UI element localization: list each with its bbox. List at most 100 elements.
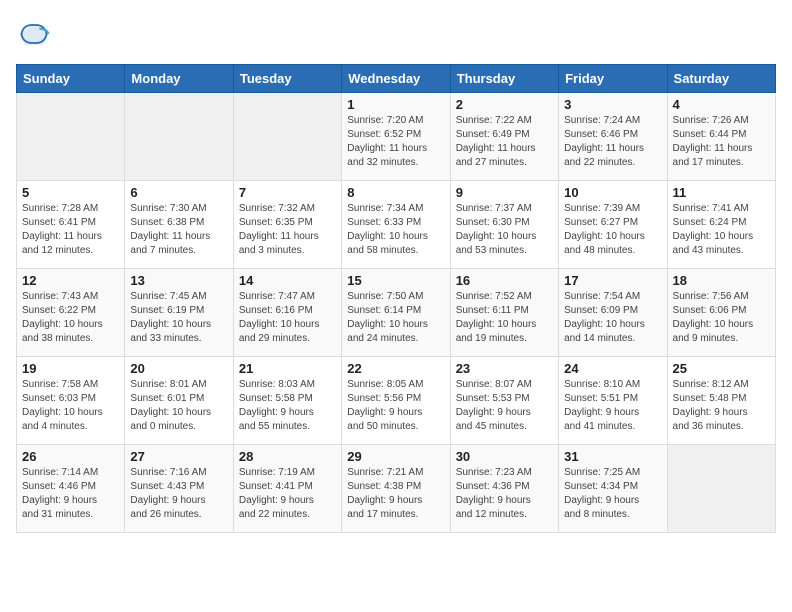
- header-thursday: Thursday: [450, 65, 558, 93]
- calendar-cell: 22 Sunrise: 8:05 AM Sunset: 5:56 PM Dayli…: [342, 357, 450, 445]
- calendar-cell: 15 Sunrise: 7:50 AM Sunset: 6:14 PM Dayli…: [342, 269, 450, 357]
- day-info: Sunrise: 8:10 AM Sunset: 5:51 PM Dayligh…: [564, 379, 640, 432]
- calendar-table: SundayMondayTuesdayWednesdayThursdayFrid…: [16, 64, 776, 533]
- calendar-cell: 4 Sunrise: 7:26 AM Sunset: 6:44 PM Daylig…: [667, 93, 775, 181]
- day-number: 25: [673, 361, 770, 376]
- day-number: 20: [130, 361, 227, 376]
- day-info: Sunrise: 7:22 AM Sunset: 6:49 PM Dayligh…: [456, 115, 536, 168]
- day-number: 23: [456, 361, 553, 376]
- day-info: Sunrise: 7:19 AM Sunset: 4:41 PM Dayligh…: [239, 467, 315, 520]
- day-number: 6: [130, 185, 227, 200]
- calendar-cell: 28 Sunrise: 7:19 AM Sunset: 4:41 PM Dayli…: [233, 445, 341, 533]
- day-info: Sunrise: 7:37 AM Sunset: 6:30 PM Dayligh…: [456, 203, 537, 256]
- logo: [16, 16, 56, 52]
- day-number: 7: [239, 185, 336, 200]
- day-info: Sunrise: 7:32 AM Sunset: 6:35 PM Dayligh…: [239, 203, 319, 256]
- day-number: 28: [239, 449, 336, 464]
- day-number: 21: [239, 361, 336, 376]
- week-row-3: 12 Sunrise: 7:43 AM Sunset: 6:22 PM Dayli…: [17, 269, 776, 357]
- day-info: Sunrise: 7:21 AM Sunset: 4:38 PM Dayligh…: [347, 467, 423, 520]
- day-number: 8: [347, 185, 444, 200]
- day-info: Sunrise: 7:52 AM Sunset: 6:11 PM Dayligh…: [456, 291, 537, 344]
- day-number: 11: [673, 185, 770, 200]
- day-info: Sunrise: 8:01 AM Sunset: 6:01 PM Dayligh…: [130, 379, 211, 432]
- day-info: Sunrise: 7:43 AM Sunset: 6:22 PM Dayligh…: [22, 291, 103, 344]
- header-tuesday: Tuesday: [233, 65, 341, 93]
- logo-icon: [16, 16, 52, 52]
- calendar-cell: 2 Sunrise: 7:22 AM Sunset: 6:49 PM Daylig…: [450, 93, 558, 181]
- header-friday: Friday: [559, 65, 667, 93]
- week-row-2: 5Sunrise: 7:28 AM Sunset: 6:41 PM Daylig…: [17, 181, 776, 269]
- calendar-cell: 16 Sunrise: 7:52 AM Sunset: 6:11 PM Dayli…: [450, 269, 558, 357]
- calendar-cell: 13 Sunrise: 7:45 AM Sunset: 6:19 PM Dayli…: [125, 269, 233, 357]
- calendar-cell: 26Sunrise: 7:14 AM Sunset: 4:46 PM Dayli…: [17, 445, 125, 533]
- calendar-cell: [667, 445, 775, 533]
- day-info: Sunrise: 7:23 AM Sunset: 4:36 PM Dayligh…: [456, 467, 532, 520]
- day-number: 27: [130, 449, 227, 464]
- calendar-cell: 23 Sunrise: 8:07 AM Sunset: 5:53 PM Dayli…: [450, 357, 558, 445]
- day-info: Sunrise: 7:54 AM Sunset: 6:09 PM Dayligh…: [564, 291, 645, 344]
- calendar-cell: 30 Sunrise: 7:23 AM Sunset: 4:36 PM Dayli…: [450, 445, 558, 533]
- calendar-cell: 27 Sunrise: 7:16 AM Sunset: 4:43 PM Dayli…: [125, 445, 233, 533]
- day-info: Sunrise: 7:14 AM Sunset: 4:46 PM Dayligh…: [22, 467, 98, 520]
- calendar-cell: 29 Sunrise: 7:21 AM Sunset: 4:38 PM Dayli…: [342, 445, 450, 533]
- day-number: 1: [347, 97, 444, 112]
- day-info: Sunrise: 7:47 AM Sunset: 6:16 PM Dayligh…: [239, 291, 320, 344]
- calendar-cell: 25 Sunrise: 8:12 AM Sunset: 5:48 PM Dayli…: [667, 357, 775, 445]
- day-number: 18: [673, 273, 770, 288]
- calendar-cell: [17, 93, 125, 181]
- calendar-cell: [233, 93, 341, 181]
- day-number: 31: [564, 449, 661, 464]
- calendar-cell: 7 Sunrise: 7:32 AM Sunset: 6:35 PM Daylig…: [233, 181, 341, 269]
- day-info: Sunrise: 8:03 AM Sunset: 5:58 PM Dayligh…: [239, 379, 315, 432]
- calendar-cell: 5Sunrise: 7:28 AM Sunset: 6:41 PM Daylig…: [17, 181, 125, 269]
- calendar-cell: 10Sunrise: 7:39 AM Sunset: 6:27 PM Dayli…: [559, 181, 667, 269]
- calendar-cell: 12 Sunrise: 7:43 AM Sunset: 6:22 PM Dayli…: [17, 269, 125, 357]
- day-info: Sunrise: 7:26 AM Sunset: 6:44 PM Dayligh…: [673, 115, 753, 168]
- day-number: 3: [564, 97, 661, 112]
- day-number: 22: [347, 361, 444, 376]
- day-info: Sunrise: 7:56 AM Sunset: 6:06 PM Dayligh…: [673, 291, 754, 344]
- day-info: Sunrise: 7:58 AM Sunset: 6:03 PM Dayligh…: [22, 379, 103, 432]
- header-monday: Monday: [125, 65, 233, 93]
- day-number: 2: [456, 97, 553, 112]
- day-info: Sunrise: 7:34 AM Sunset: 6:33 PM Dayligh…: [347, 203, 428, 256]
- day-number: 24: [564, 361, 661, 376]
- calendar-cell: 21 Sunrise: 8:03 AM Sunset: 5:58 PM Dayli…: [233, 357, 341, 445]
- week-row-1: 1 Sunrise: 7:20 AM Sunset: 6:52 PM Daylig…: [17, 93, 776, 181]
- calendar-cell: 24 Sunrise: 8:10 AM Sunset: 5:51 PM Dayli…: [559, 357, 667, 445]
- calendar-header-row: SundayMondayTuesdayWednesdayThursdayFrid…: [17, 65, 776, 93]
- day-info: Sunrise: 7:50 AM Sunset: 6:14 PM Dayligh…: [347, 291, 428, 344]
- day-info: Sunrise: 7:41 AM Sunset: 6:24 PM Dayligh…: [673, 203, 754, 256]
- day-info: Sunrise: 8:12 AM Sunset: 5:48 PM Dayligh…: [673, 379, 749, 432]
- page-header: [16, 16, 776, 52]
- day-info: Sunrise: 7:30 AM Sunset: 6:38 PM Dayligh…: [130, 203, 210, 256]
- header-wednesday: Wednesday: [342, 65, 450, 93]
- day-number: 12: [22, 273, 119, 288]
- header-sunday: Sunday: [17, 65, 125, 93]
- calendar-cell: 1 Sunrise: 7:20 AM Sunset: 6:52 PM Daylig…: [342, 93, 450, 181]
- day-number: 30: [456, 449, 553, 464]
- calendar-cell: 6 Sunrise: 7:30 AM Sunset: 6:38 PM Daylig…: [125, 181, 233, 269]
- day-info: Sunrise: 8:05 AM Sunset: 5:56 PM Dayligh…: [347, 379, 423, 432]
- day-number: 13: [130, 273, 227, 288]
- calendar-cell: 14Sunrise: 7:47 AM Sunset: 6:16 PM Dayli…: [233, 269, 341, 357]
- day-info: Sunrise: 7:20 AM Sunset: 6:52 PM Dayligh…: [347, 115, 427, 168]
- day-number: 15: [347, 273, 444, 288]
- day-number: 16: [456, 273, 553, 288]
- calendar-cell: 11 Sunrise: 7:41 AM Sunset: 6:24 PM Dayli…: [667, 181, 775, 269]
- day-info: Sunrise: 7:45 AM Sunset: 6:19 PM Dayligh…: [130, 291, 211, 344]
- day-number: 29: [347, 449, 444, 464]
- calendar-cell: 31 Sunrise: 7:25 AM Sunset: 4:34 PM Dayli…: [559, 445, 667, 533]
- day-number: 9: [456, 185, 553, 200]
- day-number: 5: [22, 185, 119, 200]
- day-number: 10: [564, 185, 661, 200]
- day-number: 4: [673, 97, 770, 112]
- day-info: Sunrise: 7:16 AM Sunset: 4:43 PM Dayligh…: [130, 467, 206, 520]
- calendar-cell: 17 Sunrise: 7:54 AM Sunset: 6:09 PM Dayli…: [559, 269, 667, 357]
- calendar-cell: 19Sunrise: 7:58 AM Sunset: 6:03 PM Dayli…: [17, 357, 125, 445]
- header-saturday: Saturday: [667, 65, 775, 93]
- day-number: 17: [564, 273, 661, 288]
- day-info: Sunrise: 8:07 AM Sunset: 5:53 PM Dayligh…: [456, 379, 532, 432]
- day-info: Sunrise: 7:25 AM Sunset: 4:34 PM Dayligh…: [564, 467, 640, 520]
